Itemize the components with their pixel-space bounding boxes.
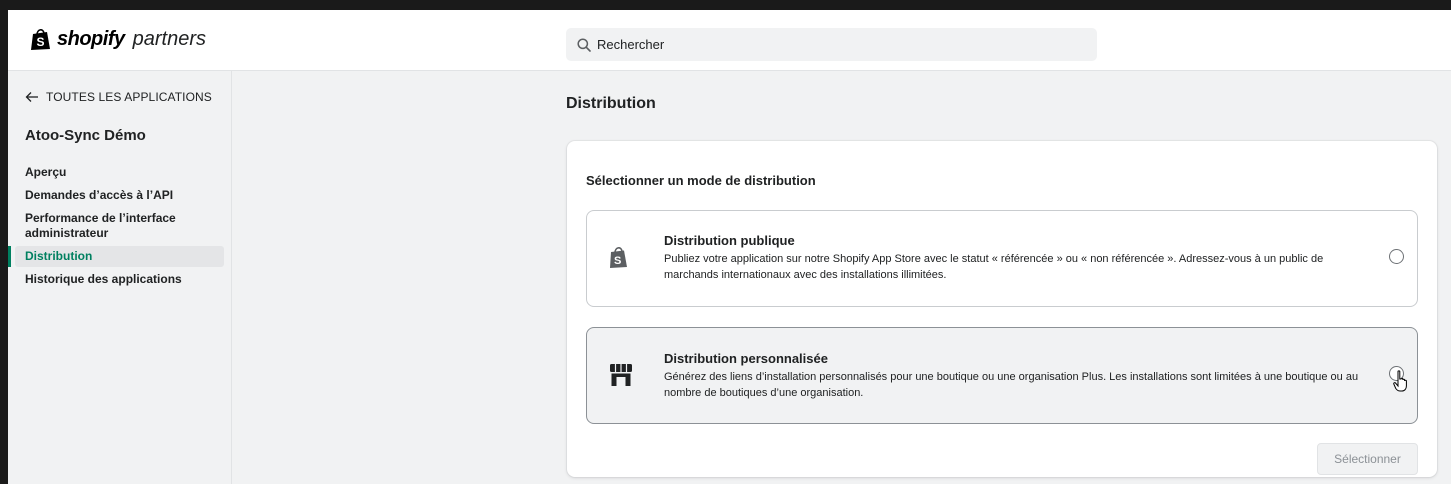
option-title: Distribution publique bbox=[664, 233, 795, 248]
back-to-all-apps-link[interactable]: TOUTES LES APPLICATIONS bbox=[25, 90, 212, 104]
app-name: Atoo-Sync Démo bbox=[25, 127, 146, 144]
store-icon bbox=[610, 364, 632, 386]
logo-subtitle: partners bbox=[132, 27, 206, 50]
search-input[interactable] bbox=[597, 37, 1077, 52]
select-button[interactable]: Sélectionner bbox=[1317, 443, 1418, 475]
option-description: Publiez votre application sur notre Shop… bbox=[664, 253, 1324, 281]
sidebar-item-app-history[interactable]: Historique des applications bbox=[15, 269, 224, 290]
page-title: Distribution bbox=[566, 95, 656, 112]
shopify-bag-icon: S bbox=[31, 29, 50, 50]
hand-pointer-icon bbox=[1393, 370, 1407, 392]
top-bar: S shopify partners bbox=[8, 10, 1451, 71]
distribution-card: Sélectionner un mode de distribution S D… bbox=[567, 141, 1437, 477]
shopify-bag-icon: S bbox=[610, 247, 627, 268]
back-link-label: TOUTES LES APPLICATIONS bbox=[46, 90, 212, 104]
option-title: Distribution personnalisée bbox=[664, 351, 828, 366]
radio-public-distribution[interactable] bbox=[1389, 249, 1404, 264]
sidebar-item-api-access[interactable]: Demandes d’accès à l’API bbox=[15, 185, 224, 206]
option-description: Générez des liens d’installation personn… bbox=[664, 371, 1359, 399]
sidebar-item-distribution[interactable]: Distribution bbox=[8, 246, 224, 267]
card-title: Sélectionner un mode de distribution bbox=[586, 173, 816, 188]
svg-text:S: S bbox=[37, 35, 45, 49]
option-public-distribution[interactable]: S Distribution publique Publiez votre ap… bbox=[586, 210, 1418, 307]
option-custom-distribution[interactable]: Distribution personnalisée Générez des l… bbox=[586, 327, 1418, 424]
svg-text:S: S bbox=[614, 255, 621, 267]
search-bar[interactable] bbox=[566, 28, 1097, 61]
sidebar: TOUTES LES APPLICATIONS Atoo-Sync Démo A… bbox=[8, 71, 232, 484]
app-frame: S shopify partners TOUTES LES APPLICATIO… bbox=[8, 10, 1451, 484]
sidebar-item-admin-performance[interactable]: Performance de l’interface administrateu… bbox=[15, 208, 224, 244]
sidebar-nav: Aperçu Demandes d’accès à l’API Performa… bbox=[8, 159, 232, 290]
arrow-left-icon bbox=[25, 92, 38, 102]
shopify-partners-logo[interactable]: S shopify partners bbox=[30, 27, 206, 51]
search-icon bbox=[577, 37, 591, 52]
sidebar-item-apercu[interactable]: Aperçu bbox=[15, 162, 224, 183]
logo-wordmark: shopify bbox=[57, 27, 125, 50]
